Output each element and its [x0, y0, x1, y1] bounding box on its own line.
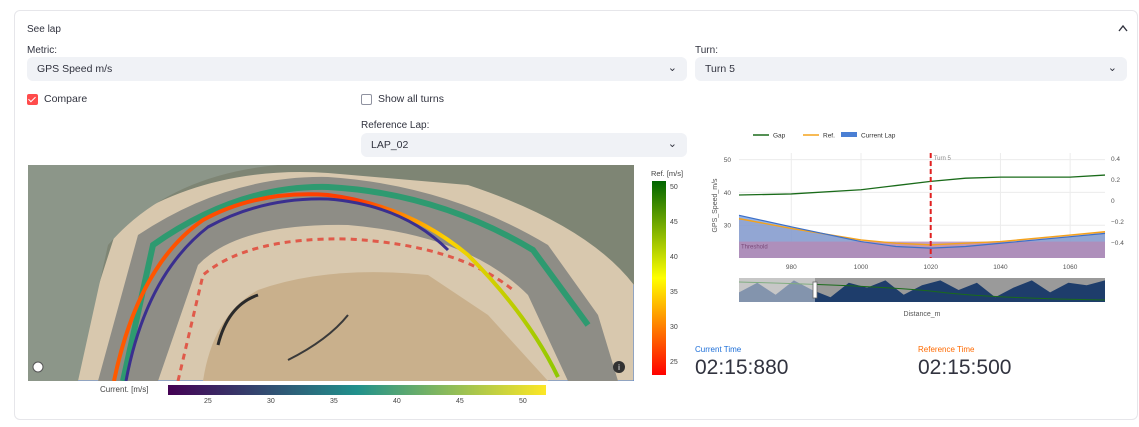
- ref-colorbar-tick: 25: [670, 359, 678, 366]
- see-lap-expander: See lap Metric: GPS Speed m/s ⌄ Turn: Tu…: [14, 10, 1138, 420]
- range-slider-mask: [739, 278, 815, 302]
- reference-lap-select[interactable]: LAP_02 ⌄: [361, 133, 687, 157]
- turn-select[interactable]: Turn 5 ⌄: [695, 57, 1127, 81]
- show-all-turns-label: Show all turns: [378, 93, 444, 105]
- reference-lap-label: Reference Lap:: [361, 120, 430, 131]
- ref-colorbar-tick: 35: [670, 289, 678, 296]
- ref-colorbar-tick: 30: [670, 324, 678, 331]
- current-colorbar-tick: 40: [393, 398, 401, 405]
- x-tick-label: 1060: [1063, 264, 1078, 271]
- legend-swatch: [841, 132, 857, 137]
- current-colorbar-tick: 25: [204, 398, 212, 405]
- legend-label: Current Lap: [861, 133, 896, 140]
- legend-label: Gap: [773, 133, 786, 140]
- y2-tick-label: 0.2: [1111, 177, 1120, 184]
- turn-marker-label: Turn 5: [934, 156, 952, 162]
- metric-select[interactable]: GPS Speed m/s ⌄: [27, 57, 687, 81]
- x-tick-label: 1020: [923, 264, 938, 271]
- reference-time-value: 02:15:500: [918, 356, 1012, 379]
- turn-select-value: Turn 5: [705, 63, 735, 75]
- current-colorbar-tick: 35: [330, 398, 338, 405]
- current-colorbar-tick: 30: [267, 398, 275, 405]
- map-attribution-icon[interactable]: [32, 361, 44, 373]
- show-all-turns-checkbox[interactable]: [361, 94, 372, 105]
- current-colorbar: [168, 385, 546, 395]
- compare-label: Compare: [44, 93, 88, 105]
- compare-checkbox[interactable]: [27, 94, 38, 105]
- x-tick-label: 980: [786, 264, 797, 271]
- current-colorbar-tick: 50: [519, 398, 527, 405]
- current-colorbar-tick: 45: [456, 398, 464, 405]
- x-axis-label: Distance_m: [904, 311, 941, 318]
- y2-tick-label: 0: [1111, 198, 1115, 205]
- ref-colorbar-tick: 45: [670, 219, 678, 226]
- y2-tick-label: −0.4: [1111, 240, 1124, 247]
- x-tick-label: 1000: [854, 264, 869, 271]
- chevron-down-icon: ⌄: [667, 62, 677, 74]
- svg-text:i: i: [618, 363, 620, 372]
- y-tick-label: 50: [724, 157, 732, 164]
- ref-colorbar: [652, 181, 666, 375]
- ref-colorbar-tick: 40: [670, 254, 678, 261]
- metric-select-value: GPS Speed m/s: [37, 63, 113, 75]
- x-tick-label: 1040: [993, 264, 1008, 271]
- current-time-label: Current Time: [695, 345, 742, 354]
- legend-label: Ref.: [823, 133, 835, 140]
- y-tick-label: 40: [724, 190, 732, 197]
- metric-label: Metric:: [27, 45, 57, 56]
- y-tick-label: 30: [724, 223, 732, 230]
- range-slider-handle: [812, 281, 818, 299]
- ref-colorbar-tick: 50: [670, 184, 678, 191]
- ref-colorbar-title: Ref. [m/s]: [651, 169, 684, 178]
- track-map[interactable]: i: [28, 165, 634, 381]
- y2-tick-label: 0.4: [1111, 156, 1120, 163]
- y-axis-label: GPS_Speed_m/s: [712, 178, 719, 233]
- turn-label: Turn:: [695, 45, 718, 56]
- y2-tick-label: −0.2: [1111, 219, 1124, 226]
- threshold-label: Threshold: [741, 245, 768, 251]
- expander-title[interactable]: See lap: [27, 24, 61, 35]
- chevron-up-icon[interactable]: [1118, 24, 1128, 32]
- chevron-down-icon: ⌄: [1107, 62, 1117, 74]
- speed-gap-chart[interactable]: Gap Ref. Current Lap Threshold Turn 5 980 1000…: [691, 113, 1137, 318]
- reference-lap-select-value: LAP_02: [371, 139, 409, 151]
- reference-time-label: Reference Time: [918, 345, 975, 354]
- chevron-down-icon: ⌄: [667, 138, 677, 150]
- current-time-value: 02:15:880: [695, 356, 789, 379]
- current-colorbar-title: Current. [m/s]: [100, 385, 149, 394]
